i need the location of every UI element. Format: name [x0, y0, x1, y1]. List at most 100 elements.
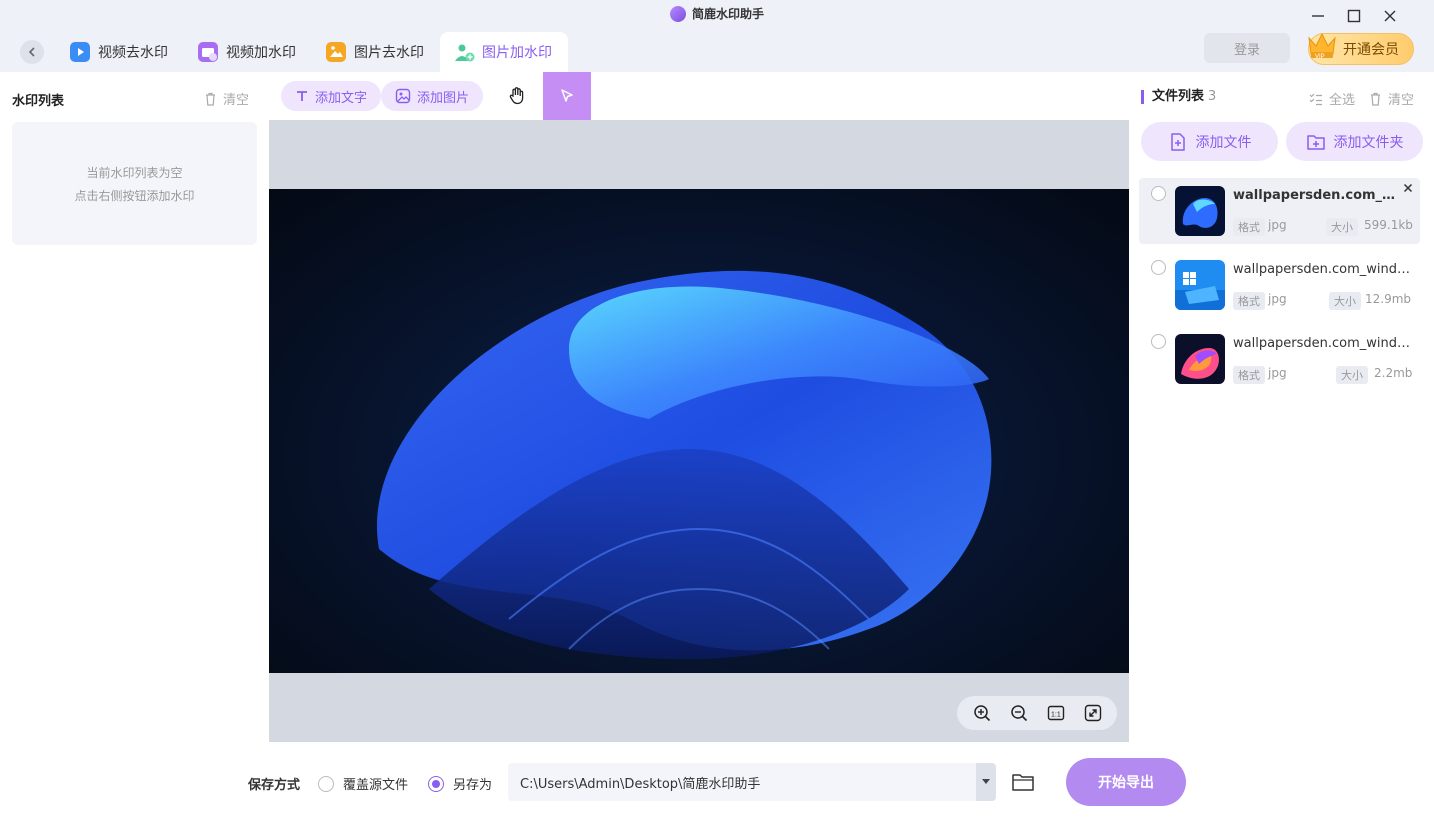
- add-file-icon: [1170, 132, 1185, 151]
- watermark-empty-state: 当前水印列表为空 点击右侧按钮添加水印: [12, 122, 257, 245]
- tab-image-remove[interactable]: 图片去水印: [312, 32, 440, 72]
- remove-file-button[interactable]: [1403, 182, 1413, 197]
- minimize-button[interactable]: [1308, 6, 1328, 26]
- tab-video-add[interactable]: 视频加水印: [184, 32, 312, 72]
- close-icon: [1384, 10, 1396, 22]
- watermark-clear-button[interactable]: 清空: [204, 89, 249, 108]
- file-checkbox[interactable]: [1151, 260, 1166, 275]
- checklist-icon: [1309, 93, 1322, 105]
- overwrite-label: 覆盖源文件: [343, 778, 409, 793]
- overwrite-option[interactable]: 覆盖源文件: [318, 774, 408, 793]
- wallpaper-image: [376, 270, 992, 659]
- file-format: jpg: [1268, 292, 1287, 306]
- cursor-arrow-icon: [561, 89, 573, 102]
- image-remove-icon: [326, 42, 346, 62]
- file-size: 12.9mb: [1365, 292, 1412, 306]
- file-thumbnail: [1175, 260, 1225, 310]
- open-folder-icon[interactable]: [1011, 770, 1035, 794]
- output-path-value: C:\Users\Admin\Desktop\简鹿水印助手: [520, 776, 761, 792]
- save-as-radio[interactable]: [428, 775, 444, 792]
- app-title-text: 简鹿水印助手: [691, 7, 764, 21]
- add-text-label: 添加文字: [315, 90, 368, 106]
- main-tabs: 视频去水印 视频加水印 图片去水印 图片加水印: [56, 32, 568, 72]
- file-item[interactable]: wallpapersden.com_windows-11-colorful_38…: [1139, 326, 1420, 392]
- save-mode-label: 保存方式: [248, 778, 301, 793]
- add-folder-icon: [1306, 134, 1325, 150]
- trash-icon: [206, 92, 215, 106]
- tab-label: 图片去水印: [354, 45, 424, 61]
- file-item[interactable]: wallpapersden.com_windows-11-logo-blue_3…: [1139, 252, 1420, 318]
- add-folder-button[interactable]: 添加文件夹: [1286, 122, 1423, 161]
- file-list-title-text: 文件列表: [1152, 89, 1205, 104]
- file-format: jpg: [1268, 218, 1287, 232]
- crown-icon: VIP: [1308, 32, 1336, 60]
- save-bar: 保存方式 覆盖源文件 另存为 C:\Users\Admin\Desktop\简鹿…: [0, 742, 1434, 822]
- app-title: 简鹿水印助手: [0, 5, 1434, 22]
- file-format: jpg: [1268, 366, 1287, 380]
- size-tag: 大小: [1336, 366, 1368, 384]
- select-tool-button[interactable]: [543, 72, 591, 120]
- format-tag: 格式: [1233, 366, 1265, 384]
- empty-line-2: 点击右侧按钮添加水印: [74, 188, 195, 203]
- format-tag: 格式: [1233, 218, 1265, 236]
- file-name: wallpapersden.com_windows-11-logo-blue_3…: [1233, 262, 1413, 277]
- file-count: 3: [1208, 89, 1217, 104]
- file-name: wallpapersden.com_windows-11-dark-blue_3…: [1233, 188, 1405, 203]
- actual-size-button[interactable]: 1:1: [1045, 702, 1067, 724]
- file-size: 2.2mb: [1374, 366, 1413, 380]
- add-folder-label: 添加文件夹: [1333, 134, 1404, 151]
- save-as-label: 另存为: [453, 778, 493, 793]
- file-clear-button[interactable]: 清空: [1369, 89, 1414, 108]
- tab-image-add[interactable]: 图片加水印: [440, 32, 568, 72]
- file-name: wallpapersden.com_windows-11-colorful_38…: [1233, 336, 1413, 351]
- select-all-button[interactable]: 全选: [1309, 89, 1355, 108]
- maximize-button[interactable]: [1344, 6, 1364, 26]
- text-icon: [297, 91, 307, 101]
- select-all-label: 全选: [1329, 93, 1356, 108]
- tab-label: 视频去水印: [98, 45, 168, 61]
- path-dropdown-button[interactable]: [976, 763, 996, 801]
- video-add-icon: [198, 42, 218, 62]
- add-file-button[interactable]: 添加文件: [1141, 122, 1278, 161]
- output-path-select[interactable]: C:\Users\Admin\Desktop\简鹿水印助手: [508, 763, 996, 801]
- chevron-left-icon: [28, 47, 35, 57]
- image-icon: [395, 88, 411, 104]
- add-text-button[interactable]: 添加文字: [281, 81, 382, 111]
- clear-label: 清空: [223, 93, 250, 108]
- file-list-title: 文件列表 3: [1141, 90, 1216, 104]
- file-checkbox[interactable]: [1151, 334, 1166, 349]
- file-size: 599.1kb: [1364, 218, 1413, 232]
- fit-screen-button[interactable]: [1082, 702, 1104, 724]
- start-export-button[interactable]: 开始导出: [1066, 758, 1186, 806]
- save-as-option[interactable]: 另存为: [428, 774, 492, 793]
- file-thumbnail: [1175, 334, 1225, 384]
- close-button[interactable]: [1380, 6, 1400, 26]
- clear-label: 清空: [1388, 93, 1415, 108]
- tab-video-remove[interactable]: 视频去水印: [56, 32, 184, 72]
- file-list-panel: 文件列表 3 全选 清空 添加文件 添加文件夹 wallpapersden.com…: [1129, 72, 1434, 822]
- zoom-out-button[interactable]: [1008, 702, 1030, 724]
- back-button[interactable]: [20, 40, 44, 64]
- login-button[interactable]: 登录: [1204, 33, 1290, 63]
- vip-label: 开通会员: [1343, 42, 1399, 58]
- overwrite-radio[interactable]: [318, 775, 334, 792]
- add-file-label: 添加文件: [1195, 134, 1252, 151]
- add-image-button[interactable]: 添加图片: [381, 81, 484, 111]
- maximize-icon: [1347, 9, 1361, 23]
- tab-label: 视频加水印: [226, 45, 296, 61]
- actual-size-icon: 1:1: [1047, 705, 1064, 721]
- vip-button[interactable]: VIP 开通会员: [1308, 32, 1414, 65]
- zoom-controls: 1:1: [957, 696, 1117, 730]
- tab-label: 图片加水印: [482, 45, 552, 61]
- zoom-in-button[interactable]: [971, 702, 993, 724]
- file-thumbnail: [1175, 186, 1225, 236]
- expand-icon: [1084, 704, 1101, 722]
- hand-icon[interactable]: [507, 86, 527, 106]
- watermark-list-panel: 水印列表 清空 当前水印列表为空 点击右侧按钮添加水印: [0, 72, 269, 822]
- preview-canvas[interactable]: 1:1: [269, 120, 1129, 742]
- image-add-icon: [454, 42, 475, 62]
- file-checkbox[interactable]: [1151, 186, 1166, 201]
- file-item[interactable]: wallpapersden.com_windows-11-dark-blue_3…: [1139, 178, 1420, 244]
- size-tag: 大小: [1329, 292, 1361, 310]
- caret-down-icon: [982, 779, 990, 784]
